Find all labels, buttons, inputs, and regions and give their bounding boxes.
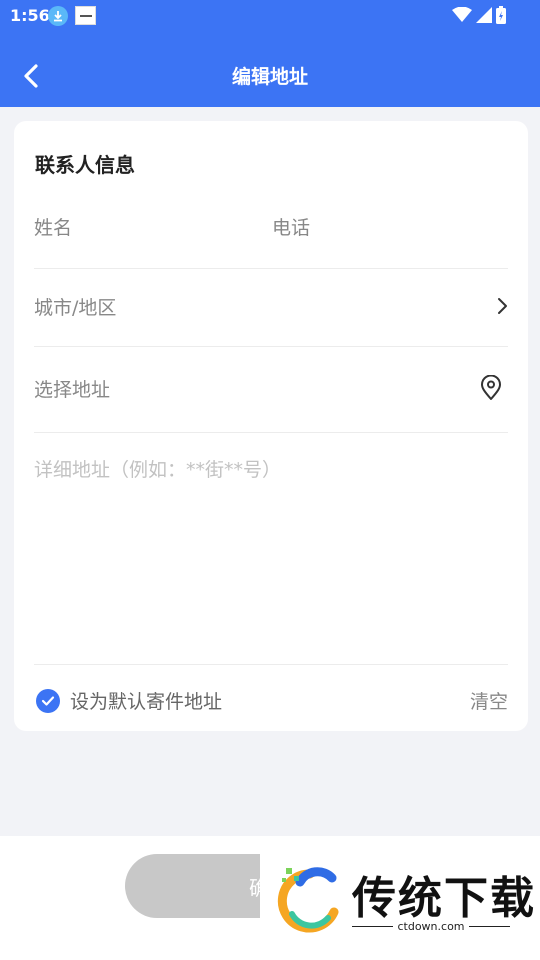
phone-input[interactable] [272, 217, 502, 239]
name-input[interactable] [34, 217, 234, 239]
default-address-label: 设为默认寄件地址 [70, 691, 223, 713]
status-bar: 1:56 [0, 0, 540, 32]
city-region-selector[interactable]: 城市/地区 [34, 269, 508, 347]
name-phone-row [34, 191, 508, 269]
watermark-text: 传统下载 [352, 873, 536, 924]
download-notification-icon [48, 6, 68, 26]
contact-info-card: 联系人信息 城市/地区 选择地址 设为默认寄件地址 清空 [14, 121, 528, 731]
watermark-logo-icon [277, 867, 339, 933]
wifi-icon [452, 7, 472, 22]
app-header: 1:56 编辑地址 [0, 0, 540, 107]
watermark-url-row: ctdown.com [352, 920, 510, 933]
checkbox-checked-icon [36, 688, 60, 713]
watermark: 传统下载 ctdown.com [260, 854, 540, 944]
signal-icon [476, 7, 492, 23]
city-region-label: 城市/地区 [34, 297, 117, 319]
app-notification-icon [75, 6, 96, 25]
watermark-url: ctdown.com [397, 920, 465, 933]
detail-address-area [34, 433, 508, 665]
location-pin-icon[interactable] [480, 375, 502, 401]
select-address-label: 选择地址 [34, 379, 111, 401]
chevron-right-icon [498, 298, 507, 314]
default-address-checkbox[interactable]: 设为默认寄件地址 [36, 687, 222, 714]
clear-button[interactable]: 清空 [470, 687, 508, 714]
select-address-row[interactable]: 选择地址 [34, 347, 508, 433]
section-title: 联系人信息 [35, 153, 135, 177]
system-status-icons [452, 6, 506, 24]
page-title: 编辑地址 [231, 66, 308, 88]
status-time: 1:56 [10, 6, 50, 25]
detail-address-input[interactable] [34, 455, 508, 645]
battery-icon [496, 6, 506, 24]
